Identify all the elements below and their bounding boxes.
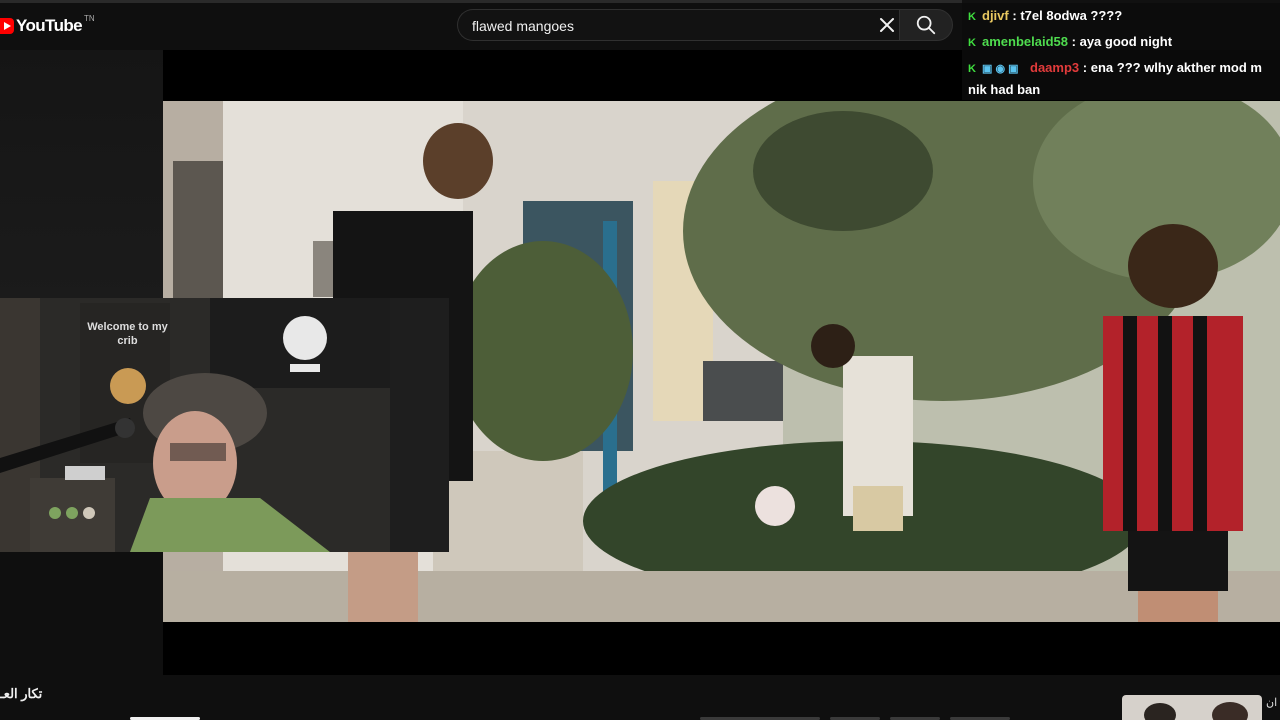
video-title[interactable]: تكار العـ xyxy=(0,686,42,702)
logo-text: YouTube xyxy=(16,16,83,35)
search-icon xyxy=(916,15,936,35)
recommended-video-thumbnail[interactable] xyxy=(1122,695,1262,720)
mod-badge-icon: K xyxy=(968,11,976,23)
chat-overlay: Kdjivf : t7el 8odwa ???? Kamenbelaid58 :… xyxy=(962,0,1280,100)
chat-username: amenbelaid58 xyxy=(982,34,1068,49)
chat-text: aya good night xyxy=(1079,34,1173,49)
youtube-logo[interactable]: YouTube TN xyxy=(0,14,95,38)
search-button[interactable] xyxy=(899,9,953,41)
chat-text: t7el 8odwa ???? xyxy=(1020,8,1123,23)
webcam-overlay: Welcome to my crib xyxy=(0,298,449,552)
chat-separator: : xyxy=(1071,34,1076,49)
chat-separator: : xyxy=(1012,8,1017,23)
chat-text: ena ??? wlhy akther mod m xyxy=(1090,60,1262,75)
webcam-banner-text: Welcome to my crib xyxy=(87,321,168,347)
close-icon xyxy=(880,18,894,32)
logo-country-code: TN xyxy=(84,13,95,23)
chat-message: Kamenbelaid58 : aya good night xyxy=(968,30,1172,55)
chat-text-continued: nik had ban xyxy=(968,82,1041,97)
chat-username: djivf xyxy=(982,8,1009,23)
page-background xyxy=(0,50,163,300)
chat-message: Kdjivf : t7el 8odwa ???? xyxy=(968,4,1122,29)
chat-separator: : xyxy=(1082,60,1088,75)
search-input[interactable] xyxy=(470,10,854,42)
mod-badge-icon: K xyxy=(968,37,976,49)
recommended-video-title[interactable]: ان xyxy=(1266,696,1277,709)
chat-username: daamp3 xyxy=(1030,60,1080,75)
clear-search-button[interactable] xyxy=(875,13,899,37)
search-box xyxy=(457,9,899,42)
below-player-area xyxy=(0,675,1280,720)
youtube-play-icon xyxy=(0,18,14,34)
